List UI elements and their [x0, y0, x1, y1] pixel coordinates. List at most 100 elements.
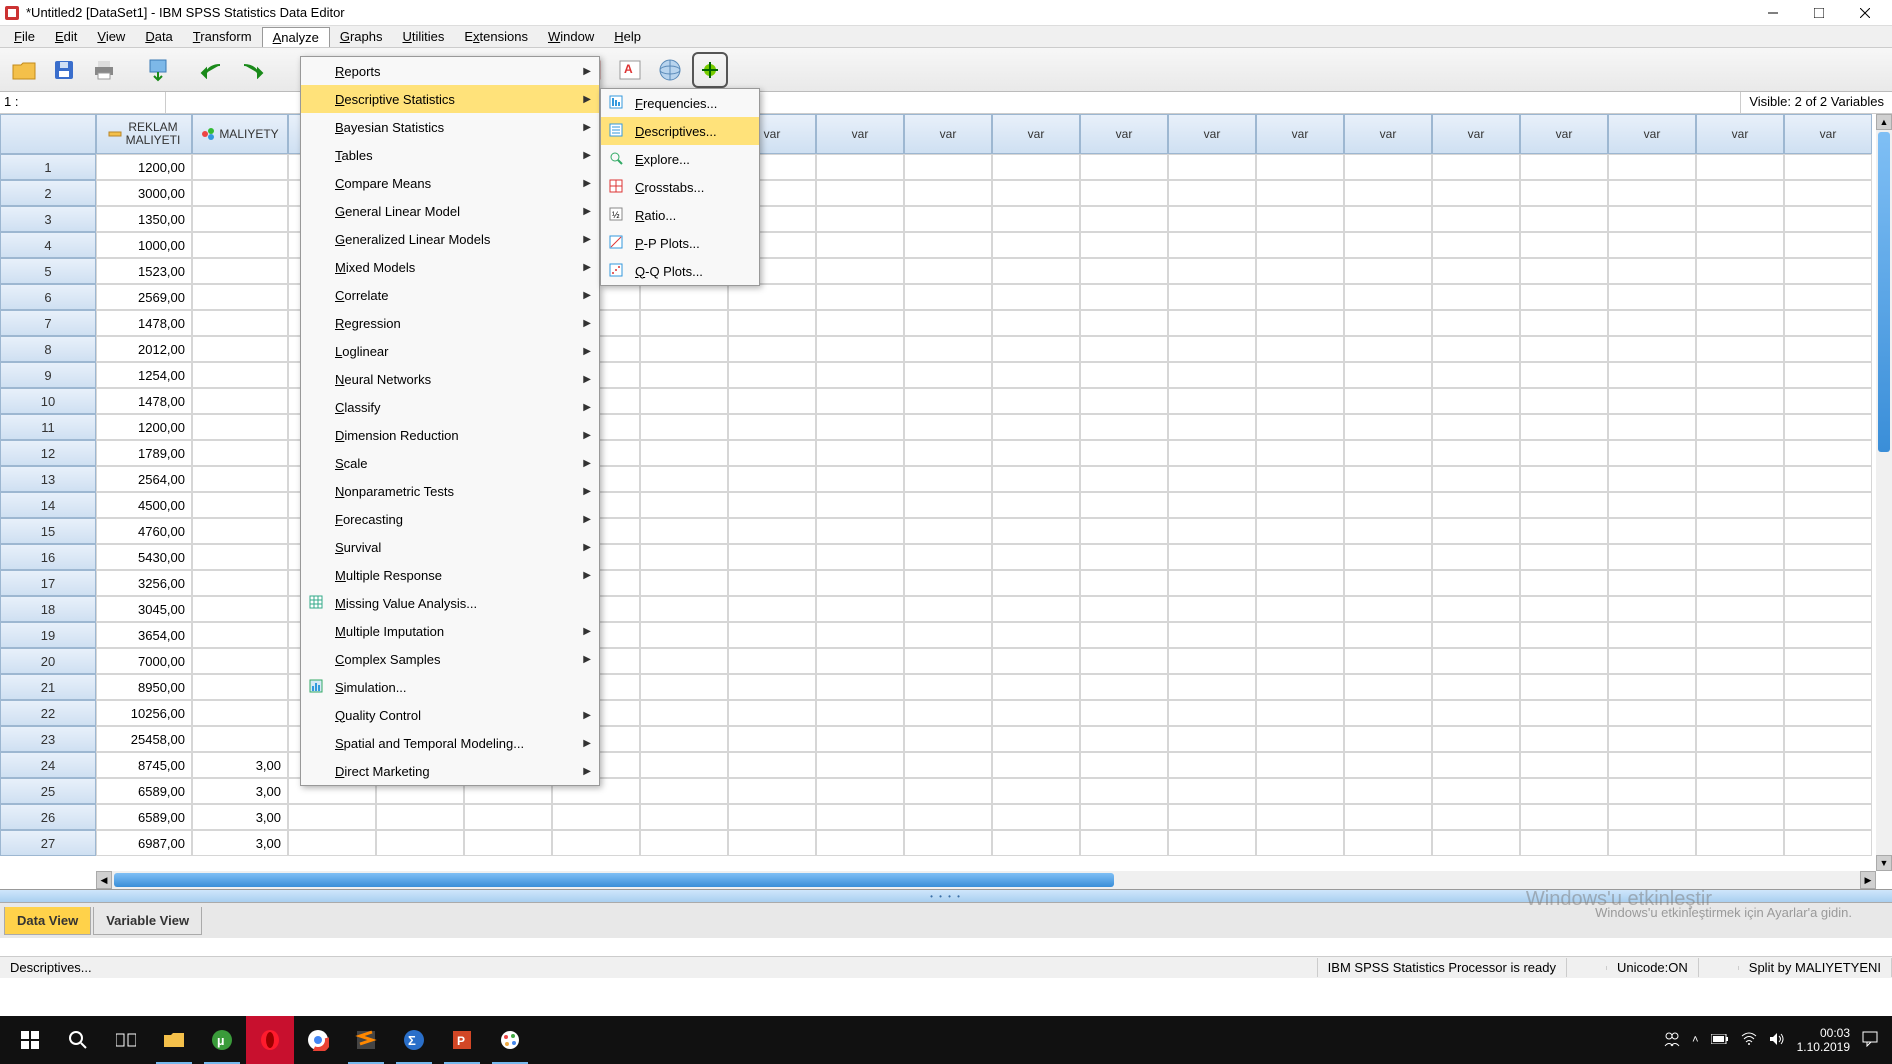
- analyze-item-direct-marketing[interactable]: Direct Marketing▶: [301, 757, 599, 785]
- row-header[interactable]: 19: [0, 622, 96, 648]
- menu-view[interactable]: View: [87, 27, 135, 46]
- battery-icon[interactable]: [1711, 1033, 1729, 1047]
- analyze-item-neural-networks[interactable]: Neural Networks▶: [301, 365, 599, 393]
- cell[interactable]: [1696, 804, 1784, 830]
- cell[interactable]: [816, 154, 904, 180]
- cell[interactable]: [992, 466, 1080, 492]
- cell[interactable]: [992, 206, 1080, 232]
- cell[interactable]: [904, 362, 992, 388]
- cell[interactable]: 1789,00: [96, 440, 192, 466]
- cell[interactable]: [1520, 622, 1608, 648]
- cell[interactable]: [1696, 778, 1784, 804]
- scroll-right-button[interactable]: ▶: [1860, 871, 1876, 889]
- cell[interactable]: [464, 804, 552, 830]
- analyze-item-missing-value-analysis-[interactable]: Missing Value Analysis...: [301, 589, 599, 617]
- cell[interactable]: [1520, 362, 1608, 388]
- cell[interactable]: [640, 622, 728, 648]
- cell[interactable]: [816, 388, 904, 414]
- cell[interactable]: [1080, 622, 1168, 648]
- cell[interactable]: [1520, 466, 1608, 492]
- cell[interactable]: [1080, 804, 1168, 830]
- cell[interactable]: [1168, 804, 1256, 830]
- cell[interactable]: [1080, 700, 1168, 726]
- analyze-item-scale[interactable]: Scale▶: [301, 449, 599, 477]
- extension-button[interactable]: [692, 52, 728, 88]
- row-header[interactable]: 21: [0, 674, 96, 700]
- cell[interactable]: [640, 752, 728, 778]
- cell[interactable]: [640, 492, 728, 518]
- cell[interactable]: [1520, 830, 1608, 856]
- cell[interactable]: [192, 362, 288, 388]
- windows-taskbar[interactable]: µ Σ P ˄ 00:03 1.10.2019: [0, 1016, 1892, 1064]
- cell[interactable]: [1080, 414, 1168, 440]
- cell[interactable]: [1256, 804, 1344, 830]
- cell[interactable]: [1784, 674, 1872, 700]
- cell[interactable]: [1080, 336, 1168, 362]
- scroll-thumb[interactable]: [1878, 132, 1890, 452]
- task-view-button[interactable]: [102, 1016, 150, 1064]
- column-header-var[interactable]: var: [1784, 114, 1872, 154]
- cell[interactable]: [1168, 596, 1256, 622]
- cell[interactable]: [728, 596, 816, 622]
- descstats-item-crosstabs-[interactable]: Crosstabs...: [601, 173, 759, 201]
- cell[interactable]: 4760,00: [96, 518, 192, 544]
- cell[interactable]: [728, 674, 816, 700]
- value-labels-button[interactable]: A: [612, 52, 648, 88]
- cell[interactable]: [1344, 284, 1432, 310]
- cell[interactable]: [816, 492, 904, 518]
- cell[interactable]: [1608, 258, 1696, 284]
- cell[interactable]: [904, 700, 992, 726]
- cell[interactable]: [1168, 414, 1256, 440]
- cell[interactable]: [904, 206, 992, 232]
- cell[interactable]: [904, 570, 992, 596]
- cell[interactable]: [1520, 414, 1608, 440]
- cell[interactable]: [1256, 674, 1344, 700]
- cell[interactable]: 10256,00: [96, 700, 192, 726]
- cell[interactable]: [1080, 206, 1168, 232]
- cell[interactable]: [1432, 726, 1520, 752]
- cell[interactable]: [728, 284, 816, 310]
- cell[interactable]: [192, 232, 288, 258]
- cell[interactable]: [1256, 648, 1344, 674]
- cell[interactable]: [1344, 180, 1432, 206]
- cell[interactable]: [904, 596, 992, 622]
- cell[interactable]: [1432, 674, 1520, 700]
- cell[interactable]: [1784, 258, 1872, 284]
- close-button[interactable]: [1842, 0, 1888, 26]
- row-header[interactable]: 22: [0, 700, 96, 726]
- cell[interactable]: [1168, 778, 1256, 804]
- cell[interactable]: 1000,00: [96, 232, 192, 258]
- cell[interactable]: 2012,00: [96, 336, 192, 362]
- cell[interactable]: [1344, 700, 1432, 726]
- cell[interactable]: [1520, 154, 1608, 180]
- cell[interactable]: [1520, 596, 1608, 622]
- scroll-track[interactable]: [1876, 130, 1892, 855]
- cell[interactable]: [904, 674, 992, 700]
- cell[interactable]: [728, 570, 816, 596]
- cell[interactable]: [1168, 544, 1256, 570]
- cell[interactable]: [1344, 492, 1432, 518]
- cell[interactable]: [640, 570, 728, 596]
- menu-graphs[interactable]: Graphs: [330, 27, 393, 46]
- cell[interactable]: [1432, 336, 1520, 362]
- cell[interactable]: [992, 778, 1080, 804]
- cell[interactable]: 6589,00: [96, 778, 192, 804]
- cell[interactable]: [1432, 310, 1520, 336]
- cell[interactable]: [1256, 440, 1344, 466]
- cell[interactable]: [1168, 180, 1256, 206]
- cell[interactable]: 3256,00: [96, 570, 192, 596]
- cell[interactable]: [904, 830, 992, 856]
- spss-app[interactable]: Σ: [390, 1016, 438, 1064]
- cell[interactable]: [1432, 570, 1520, 596]
- cell[interactable]: [1256, 336, 1344, 362]
- cell[interactable]: [816, 752, 904, 778]
- cell[interactable]: 1478,00: [96, 388, 192, 414]
- maximize-button[interactable]: [1796, 0, 1842, 26]
- cell[interactable]: [1080, 674, 1168, 700]
- cell[interactable]: [1432, 518, 1520, 544]
- cell[interactable]: [1784, 830, 1872, 856]
- cell[interactable]: [1784, 518, 1872, 544]
- cell[interactable]: [816, 440, 904, 466]
- chrome-app[interactable]: [294, 1016, 342, 1064]
- cell[interactable]: [1520, 804, 1608, 830]
